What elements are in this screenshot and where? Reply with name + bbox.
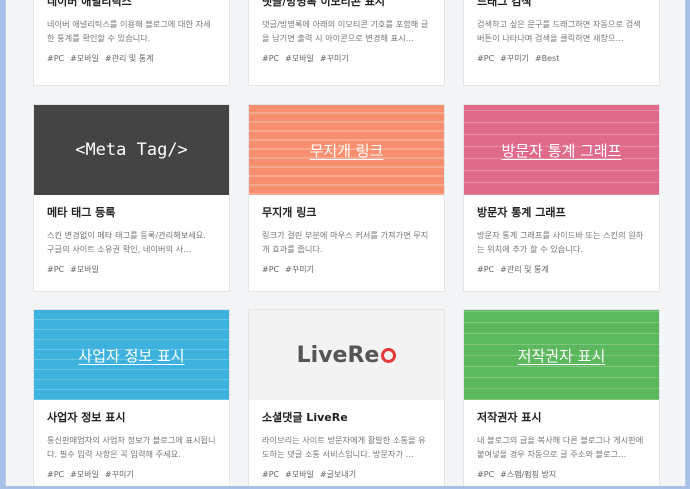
tag[interactable]: #모바일 — [285, 470, 314, 479]
card-desc: 내 블로그의 글을 복사해 다른 블로그나 게시판에 붙여넣을 경우 자동으로 … — [477, 435, 644, 459]
card-title: 댓글/방명록 이모티콘 표시 — [262, 0, 385, 8]
card-tags: #PC #꾸미기 #Best — [477, 53, 646, 64]
tag[interactable]: #관리 및 통계 — [500, 265, 549, 274]
card-desc: 링크가 걸린 부분에 마우스 커서를 가져가면 무지개 효과를 줍니다. — [262, 230, 429, 254]
tag[interactable]: #Best — [535, 54, 559, 63]
tag[interactable]: #모바일 — [70, 265, 99, 274]
tag[interactable]: #PC — [47, 54, 64, 63]
thumbnail-label: 저작권자 표시 — [517, 346, 606, 365]
tag[interactable]: #PC — [477, 54, 494, 63]
tag[interactable]: #PC — [262, 54, 279, 63]
livere-logo: LiveRe — [297, 343, 397, 368]
tag[interactable]: #PC — [47, 470, 64, 479]
thumbnail-label: <Meta Tag/> — [75, 140, 188, 160]
card-thumbnail: 저작권자 표시 — [464, 310, 659, 400]
card-title: 메타 태그 등록 — [47, 206, 116, 219]
tag[interactable]: #꾸미기 — [320, 54, 349, 63]
card-title: 사업자 정보 표시 — [47, 411, 126, 424]
card-thumbnail: LiveRe — [249, 310, 444, 400]
livere-logo-text: LiveRe — [296, 342, 380, 368]
plugin-card-comment-emoticon[interactable]: 댓글/방명록 이모티콘 표시 댓글/방명록에 아래의 이모티콘 기호를 포함해 … — [248, 0, 445, 86]
tag[interactable]: #PC — [477, 265, 494, 274]
card-tags: #PC #스팸/펌핑 방지 — [477, 469, 646, 480]
livere-logo-icon — [381, 347, 397, 363]
plugin-card-business-info[interactable]: 사업자 정보 표시 사업자 정보 표시 통신판매업자의 사업자 정보가 블로그에… — [33, 309, 230, 486]
thumbnail-label: 사업자 정보 표시 — [78, 346, 185, 365]
tag[interactable]: #PC — [47, 265, 64, 274]
card-tags: #PC #모바일 #꾸미기 — [262, 53, 431, 64]
card-desc: 방문자 통계 그래프를 사이드바 또는 스킨의 원하는 위치에 추가 할 수 있… — [477, 230, 644, 254]
thumbnail-label: 방문자 통계 그래프 — [501, 141, 622, 160]
card-tags: #PC #모바일 — [47, 264, 216, 275]
plugin-card-naver-analytics[interactable]: 네이버 애널리틱스 네이버 애널리틱스를 이용해 블로그에 대한 자세한 통계를… — [33, 0, 230, 86]
tag[interactable]: #꾸미기 — [285, 265, 314, 274]
tag[interactable]: #글보내기 — [320, 470, 356, 479]
card-title: 방문자 통계 그래프 — [477, 206, 566, 219]
tag[interactable]: #모바일 — [285, 54, 314, 63]
card-tags: #PC #모바일 #관리 및 통계 — [47, 53, 216, 64]
tag[interactable]: #모바일 — [70, 54, 99, 63]
card-tags: #PC #모바일 #꾸미기 — [47, 469, 216, 480]
card-title: 네이버 애널리틱스 — [47, 0, 132, 8]
card-tags: #PC #관리 및 통계 — [477, 264, 646, 275]
card-desc: 통신판매업자의 사업자 정보가 블로그에 표시됩니다. 필수 입력 사항은 꼭 … — [47, 435, 216, 459]
tag[interactable]: #모바일 — [70, 470, 99, 479]
plugin-card-meta-tag[interactable]: <Meta Tag/> 메타 태그 등록 스킨 변경없이 메타 태그를 등록/관… — [33, 104, 230, 292]
card-tags: #PC #모바일 #글보내기 — [262, 469, 431, 480]
plugin-card-copyright[interactable]: 저작권자 표시 저작권자 표시 내 블로그의 글을 복사해 다른 블로그나 게시… — [463, 309, 660, 486]
tag[interactable]: #관리 및 통계 — [105, 54, 154, 63]
thumbnail-label: 무지개 링크 — [309, 141, 384, 160]
tag[interactable]: #꾸미기 — [500, 54, 529, 63]
card-title: 소셜댓글 LiveRe — [262, 411, 348, 424]
card-thumbnail: <Meta Tag/> — [34, 105, 229, 195]
card-tags: #PC #꾸미기 — [262, 264, 431, 275]
card-thumbnail: 사업자 정보 표시 — [34, 310, 229, 400]
card-desc: 댓글/방명록에 아래의 이모티콘 기호를 포함해 글을 남기면 출력 시 아이콘… — [262, 19, 429, 43]
card-thumbnail: 방문자 통계 그래프 — [464, 105, 659, 195]
card-thumbnail: 무지개 링크 — [249, 105, 444, 195]
plugin-card-visitor-graph[interactable]: 방문자 통계 그래프 방문자 통계 그래프 방문자 통계 그래프를 사이드바 또… — [463, 104, 660, 292]
tag[interactable]: #스팸/펌핑 방지 — [500, 470, 556, 479]
card-title: 무지개 링크 — [262, 206, 317, 219]
plugin-grid: 네이버 애널리틱스 네이버 애널리틱스를 이용해 블로그에 대한 자세한 통계를… — [5, 0, 686, 486]
plugin-card-drag-search[interactable]: 드래그 검색 검색하고 싶은 문구를 드래그하면 자동으로 검색 버튼이 나타나… — [463, 0, 660, 86]
tag[interactable]: #꾸미기 — [105, 470, 134, 479]
card-desc: 라이브리는 사이트 방문자에게 활발한 소통을 유도하는 댓글 소통 서비스입니… — [262, 435, 426, 459]
card-desc: 검색하고 싶은 문구를 드래그하면 자동으로 검색 버튼이 나타나며 검색을 클… — [477, 19, 641, 43]
tag[interactable]: #PC — [262, 470, 279, 479]
tag[interactable]: #PC — [477, 470, 494, 479]
plugin-card-rainbow-link[interactable]: 무지개 링크 무지개 링크 링크가 걸린 부분에 마우스 커서를 가져가면 무지… — [248, 104, 445, 292]
card-title: 드래그 검색 — [477, 0, 532, 8]
tag[interactable]: #PC — [262, 265, 279, 274]
plugin-card-livere[interactable]: LiveRe 소셜댓글 LiveRe 라이브리는 사이트 방문자에게 활발한 소… — [248, 309, 445, 486]
card-title: 저작권자 표시 — [477, 411, 542, 424]
card-desc: 네이버 애널리틱스를 이용해 블로그에 대한 자세한 통계를 확인할 수 있습니… — [47, 19, 211, 43]
card-desc: 스킨 변경없이 메타 태그를 등록/관리해보세요. 구글의 사이트 소유권 확인… — [47, 230, 206, 254]
